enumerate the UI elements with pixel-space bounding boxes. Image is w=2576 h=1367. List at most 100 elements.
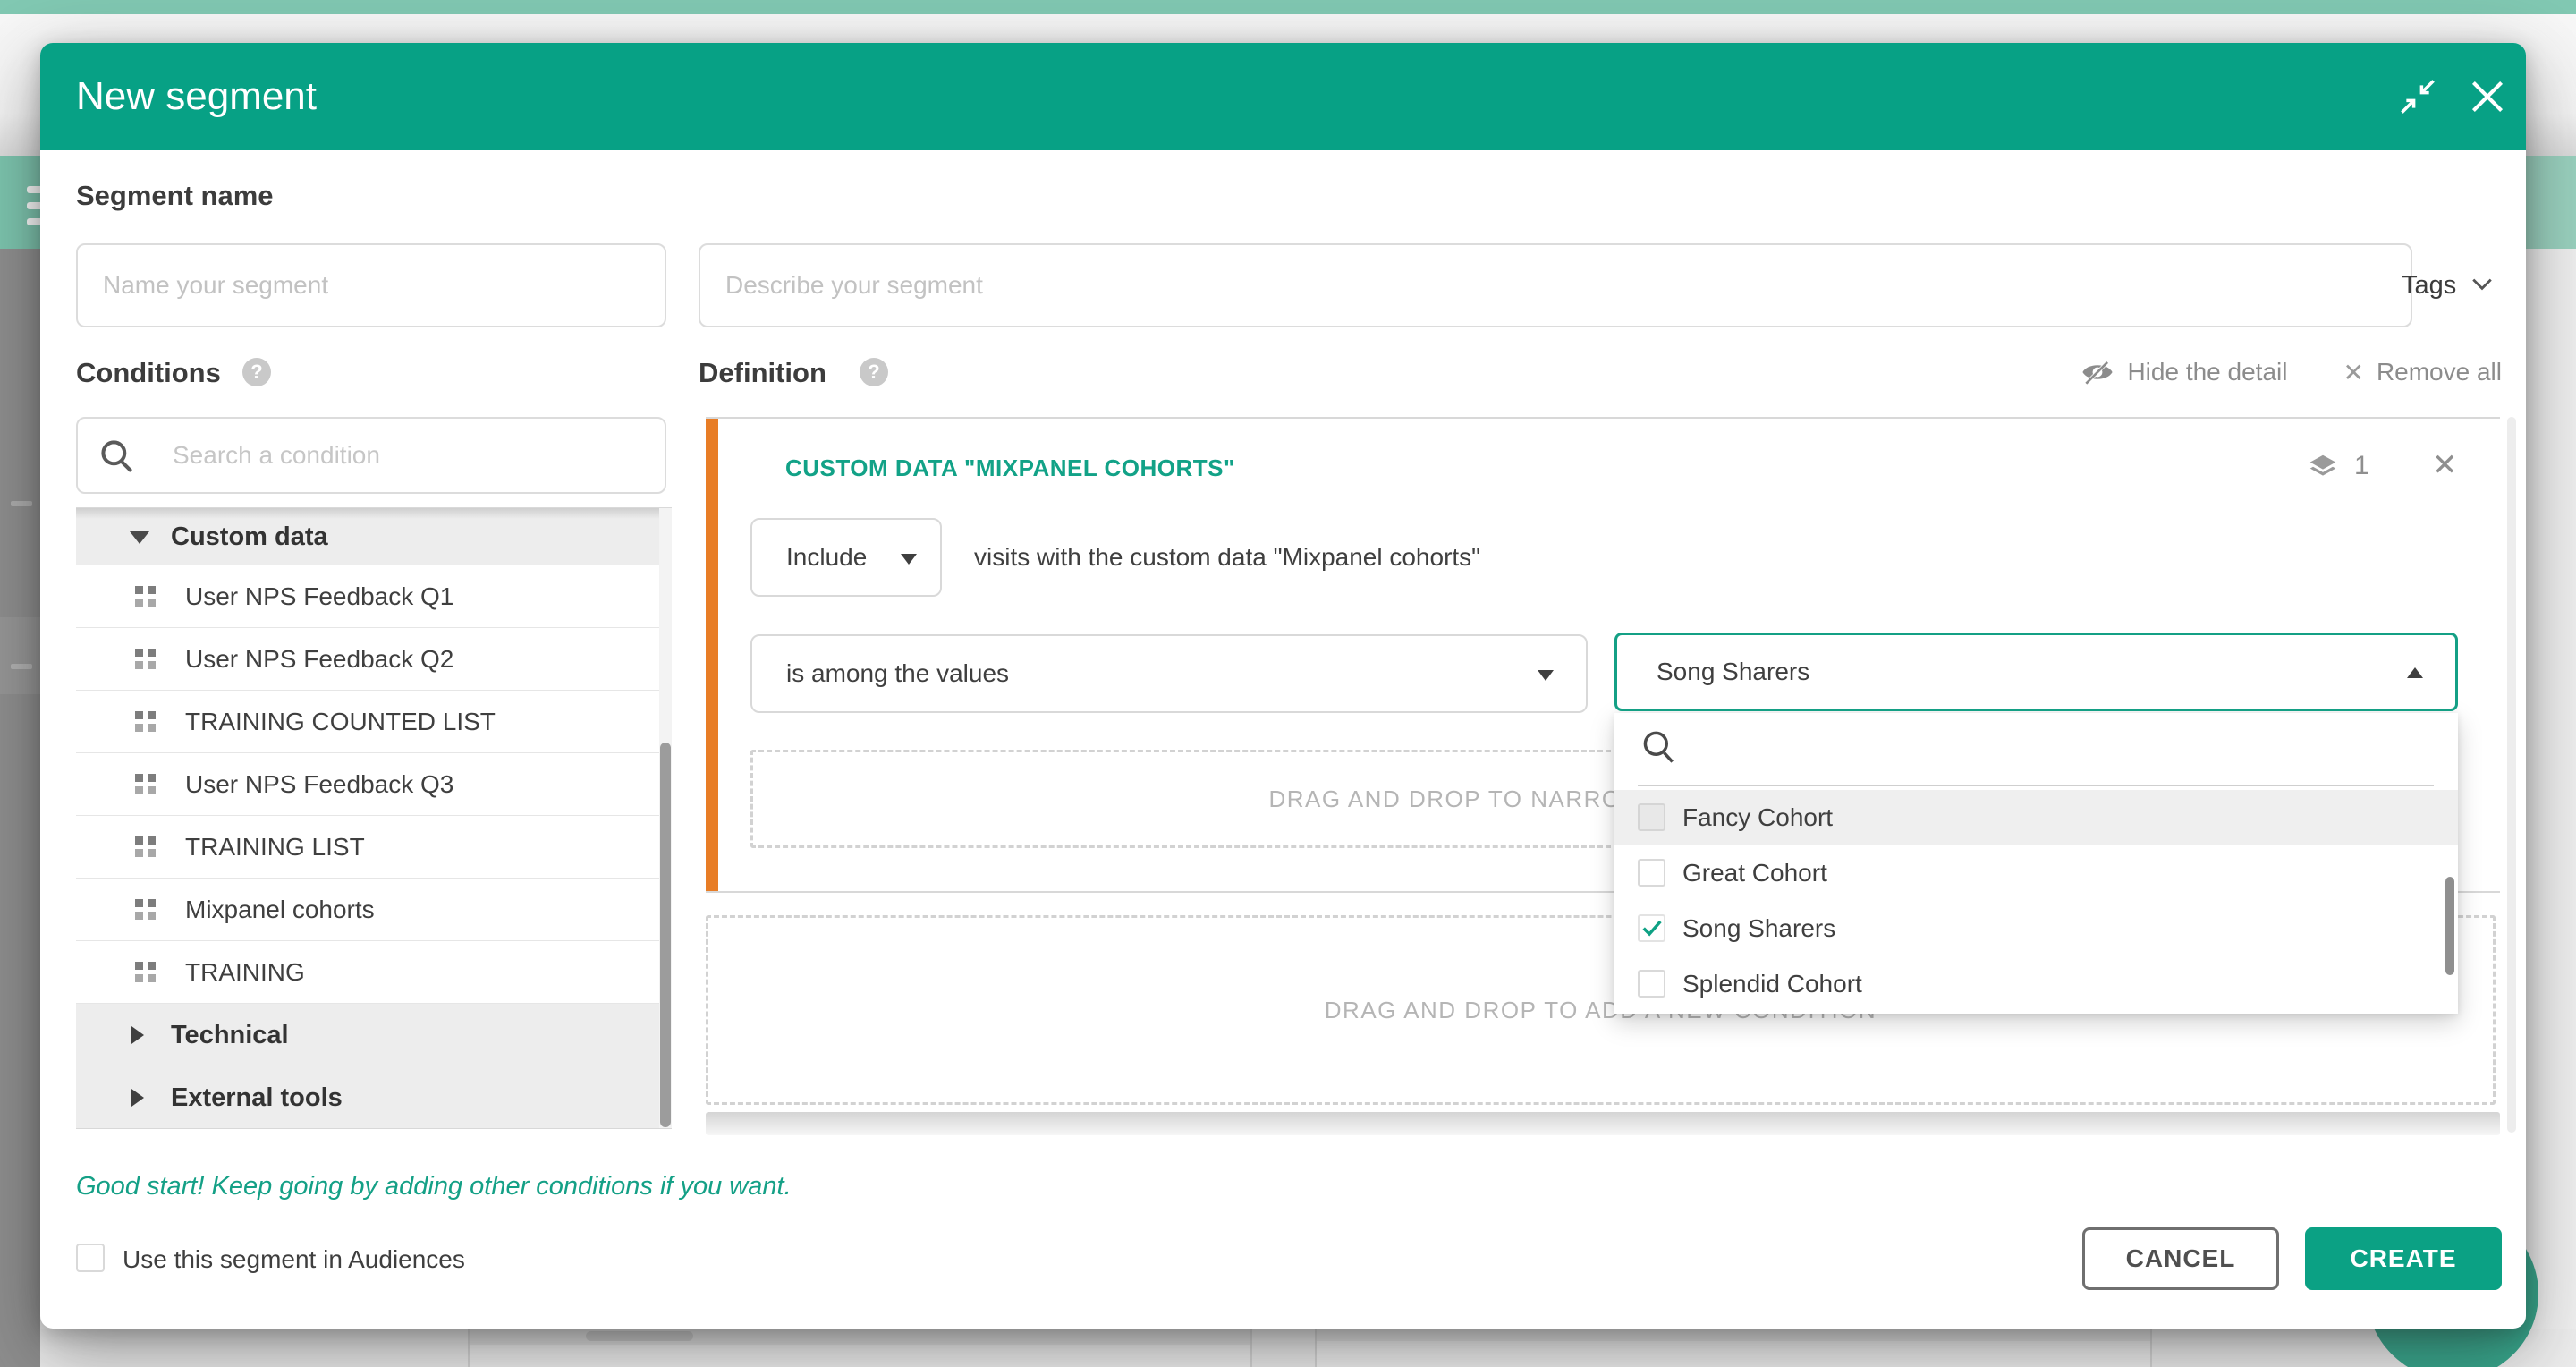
include-dropdown[interactable]: Include bbox=[750, 518, 942, 597]
condition-item-label: User NPS Feedback Q2 bbox=[185, 628, 453, 691]
group-label: Custom data bbox=[171, 508, 328, 565]
condition-search-input[interactable] bbox=[171, 420, 654, 490]
drag-handle-icon bbox=[135, 899, 156, 920]
checkbox-unchecked[interactable] bbox=[1638, 803, 1665, 831]
sidebar-item-sliver bbox=[11, 501, 32, 506]
condition-item[interactable]: Mixpanel cohorts bbox=[76, 879, 672, 941]
drag-handle-icon bbox=[135, 774, 156, 794]
condition-item-label: User NPS Feedback Q3 bbox=[185, 753, 453, 816]
condition-item[interactable]: TRAINING LIST bbox=[76, 816, 672, 879]
checkbox-unchecked[interactable] bbox=[1638, 859, 1665, 887]
create-button[interactable]: CREATE bbox=[2305, 1227, 2502, 1290]
page-sidebar-highlight bbox=[0, 617, 40, 694]
condition-item[interactable]: TRAINING COUNTED LIST bbox=[76, 691, 672, 753]
chevron-down-icon bbox=[2470, 272, 2494, 300]
definition-toolbar: Hide the detail ✕ Remove all bbox=[2063, 352, 2502, 392]
value-selected: Song Sharers bbox=[1657, 635, 1809, 709]
page-toolbar-right bbox=[2526, 156, 2576, 249]
drag-handle-icon bbox=[135, 649, 156, 669]
dropdown-scrollbar-thumb[interactable] bbox=[2445, 877, 2454, 975]
condition-item[interactable]: User NPS Feedback Q2 bbox=[76, 628, 672, 691]
checkbox-unchecked[interactable] bbox=[1638, 970, 1665, 998]
condition-search-box bbox=[76, 417, 666, 494]
panel-header-sliver bbox=[1317, 1329, 2150, 1341]
page-bottom-background bbox=[40, 1329, 2576, 1367]
dropdown-divider bbox=[1638, 785, 2434, 786]
caret-up-icon bbox=[2407, 667, 2423, 678]
panel-bar-sliver bbox=[586, 1331, 693, 1341]
group-technical[interactable]: Technical bbox=[76, 1004, 672, 1066]
conditions-list: Custom data User NPS Feedback Q1 User NP… bbox=[76, 507, 672, 1128]
condition-sentence: visits with the custom data "Mixpanel co… bbox=[974, 518, 1480, 597]
drag-handle-icon bbox=[135, 962, 156, 982]
remove-all-x-icon: ✕ bbox=[2343, 358, 2363, 387]
hide-detail-button[interactable]: Hide the detail bbox=[2127, 358, 2287, 386]
search-icon bbox=[97, 437, 137, 480]
tags-label: Tags bbox=[2402, 271, 2456, 301]
audiences-checkbox-label: Use this segment in Audiences bbox=[123, 1245, 465, 1274]
hint-text: Good start! Keep going by adding other c… bbox=[76, 1172, 792, 1201]
definition-hscrollbar[interactable] bbox=[706, 1112, 2500, 1135]
stack-count: 1 bbox=[2354, 451, 2369, 481]
page-bottom-panel bbox=[468, 1329, 1252, 1367]
option-label: Fancy Cohort bbox=[1682, 790, 1833, 845]
modal-title: New segment bbox=[76, 43, 317, 150]
scroll-shade bbox=[76, 508, 672, 519]
condition-item[interactable]: User NPS Feedback Q1 bbox=[76, 565, 672, 628]
include-value: Include bbox=[786, 520, 867, 595]
modal-header: New segment bbox=[40, 43, 2526, 150]
definition-label: Definition bbox=[699, 357, 826, 389]
operator-dropdown[interactable]: is among the values bbox=[750, 634, 1588, 713]
search-icon bbox=[1640, 727, 1679, 771]
card-close-icon[interactable]: ✕ bbox=[2432, 447, 2458, 483]
group-external-tools[interactable]: External tools bbox=[76, 1066, 672, 1129]
conditions-help-icon[interactable]: ? bbox=[242, 358, 271, 386]
operator-value: is among the values bbox=[786, 636, 1009, 711]
option-song-sharers[interactable]: Song Sharers bbox=[1614, 901, 2458, 956]
caret-down-icon bbox=[1538, 670, 1554, 681]
triangle-right-icon bbox=[131, 1089, 144, 1107]
conditions-scrollbar-thumb[interactable] bbox=[660, 743, 671, 1127]
drag-handle-icon bbox=[135, 836, 156, 857]
page-bottom-panel bbox=[1315, 1329, 2152, 1367]
page-top-strip bbox=[0, 0, 2576, 14]
condition-item-label: Mixpanel cohorts bbox=[185, 879, 375, 941]
option-label: Great Cohort bbox=[1682, 845, 1827, 901]
condition-item-label: TRAINING LIST bbox=[185, 816, 365, 879]
group-label: Technical bbox=[171, 1004, 289, 1066]
segment-name-label: Segment name bbox=[76, 180, 274, 212]
page-right-background bbox=[2526, 249, 2576, 1367]
condition-item[interactable]: User NPS Feedback Q3 bbox=[76, 753, 672, 816]
card-title: CUSTOM DATA "MIXPANEL COHORTS" bbox=[785, 454, 1235, 482]
group-label: External tools bbox=[171, 1066, 343, 1129]
option-fancy-cohort[interactable]: Fancy Cohort bbox=[1614, 790, 2458, 845]
condition-item-label: User NPS Feedback Q1 bbox=[185, 565, 453, 628]
value-dropdown[interactable]: Song Sharers bbox=[1614, 633, 2458, 711]
segment-description-input[interactable] bbox=[699, 243, 2412, 327]
conditions-label: Conditions bbox=[76, 357, 221, 389]
remove-all-button[interactable]: Remove all bbox=[2377, 358, 2502, 386]
page-left-sidebar bbox=[0, 249, 40, 1367]
condition-item-label: TRAINING bbox=[185, 941, 305, 1004]
audiences-checkbox[interactable] bbox=[76, 1244, 105, 1272]
condition-item[interactable]: TRAINING bbox=[76, 941, 672, 1004]
collapse-icon[interactable] bbox=[2398, 77, 2437, 116]
condition-item-label: TRAINING COUNTED LIST bbox=[185, 691, 496, 753]
cancel-button[interactable]: CANCEL bbox=[2082, 1227, 2279, 1290]
layers-icon bbox=[2306, 451, 2340, 489]
triangle-right-icon bbox=[131, 1026, 144, 1044]
card-accent-bar bbox=[706, 419, 718, 891]
checkbox-checked[interactable] bbox=[1638, 914, 1665, 942]
option-great-cohort[interactable]: Great Cohort bbox=[1614, 845, 2458, 901]
drag-handle-icon bbox=[135, 711, 156, 732]
definition-help-icon[interactable]: ? bbox=[860, 358, 888, 386]
group-custom-data[interactable]: Custom data bbox=[76, 508, 672, 565]
option-label: Splendid Cohort bbox=[1682, 956, 1862, 1012]
eye-slash-icon bbox=[2080, 359, 2114, 386]
tags-dropdown[interactable]: Tags bbox=[2402, 243, 2509, 327]
caret-down-icon bbox=[901, 554, 917, 565]
segment-name-input[interactable] bbox=[76, 243, 666, 327]
drag-handle-icon bbox=[135, 586, 156, 607]
close-icon[interactable] bbox=[2466, 75, 2505, 115]
option-splendid-cohort[interactable]: Splendid Cohort bbox=[1614, 956, 2458, 1014]
